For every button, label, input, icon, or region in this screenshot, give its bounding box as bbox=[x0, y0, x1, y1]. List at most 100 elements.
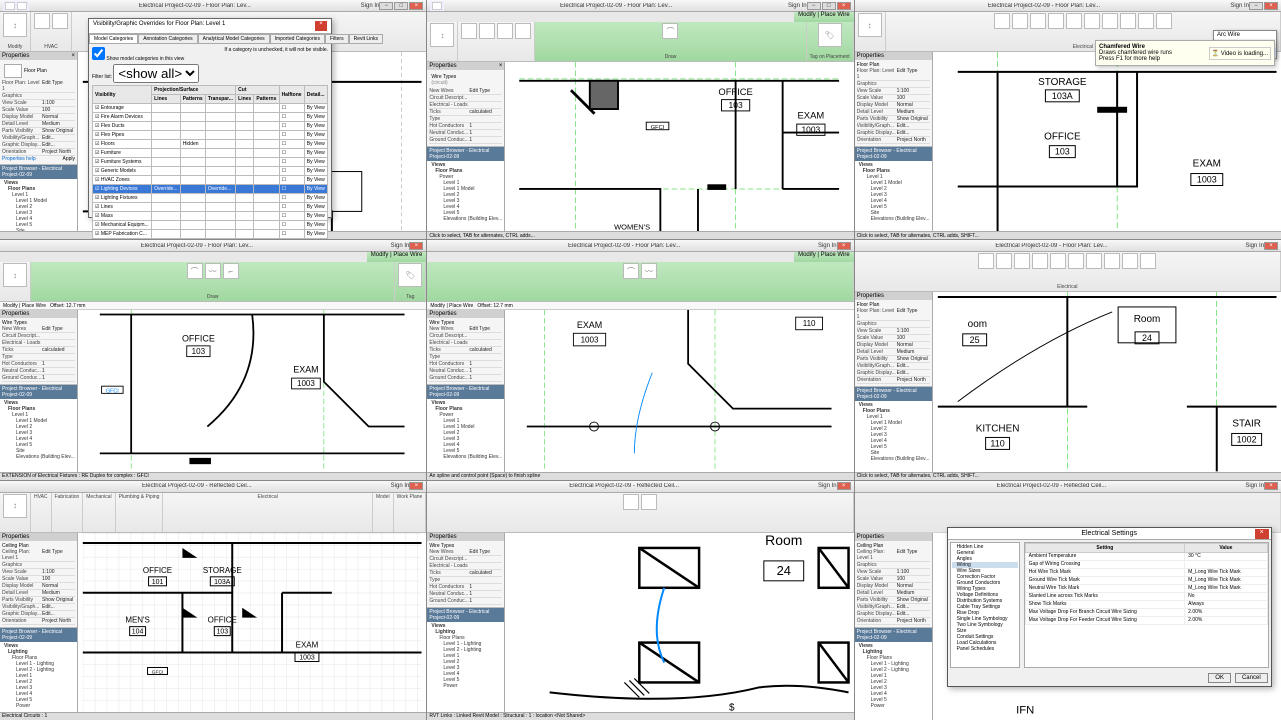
conduit-fitting-icon[interactable] bbox=[1068, 253, 1084, 269]
svg-text:GFCI: GFCI bbox=[152, 669, 164, 675]
lighting-fixture-icon[interactable] bbox=[1138, 13, 1154, 29]
device-icon[interactable] bbox=[1104, 253, 1120, 269]
browser-header: Project Browser - Electrical Project-02-… bbox=[0, 165, 77, 179]
electrical-equipment-icon[interactable] bbox=[1086, 253, 1102, 269]
svg-text:OFFICE: OFFICE bbox=[182, 334, 215, 344]
filter-select[interactable]: <show all> bbox=[113, 64, 199, 83]
svg-text:1002: 1002 bbox=[1236, 435, 1256, 445]
modify-icon[interactable]: ↕ bbox=[3, 13, 27, 37]
svg-text:IFN: IFN bbox=[1016, 704, 1034, 716]
modify-icon[interactable]: ↕ bbox=[430, 23, 454, 47]
show-categories-cb bbox=[92, 47, 105, 60]
vg-close[interactable]: × bbox=[315, 21, 327, 31]
conduit-icon[interactable] bbox=[1014, 253, 1030, 269]
cable-tray-fitting-icon[interactable] bbox=[1066, 13, 1082, 29]
device-icon[interactable] bbox=[1120, 13, 1136, 29]
arc-icon[interactable]: ⌒ bbox=[187, 263, 203, 279]
svg-text:oom: oom bbox=[967, 319, 986, 330]
svg-text:EXAM: EXAM bbox=[293, 365, 318, 375]
svg-text:KITCHEN: KITCHEN bbox=[975, 424, 1019, 435]
svg-text:OFFICE: OFFICE bbox=[208, 615, 237, 624]
svg-text:STORAGE: STORAGE bbox=[203, 566, 242, 575]
svg-text:24: 24 bbox=[777, 562, 791, 577]
lighting-fixture-icon[interactable] bbox=[1122, 253, 1138, 269]
cable-tray-icon[interactable] bbox=[1012, 13, 1028, 29]
parallel-conduits-icon[interactable] bbox=[1032, 253, 1048, 269]
arc-wire-item[interactable]: Arc Wire bbox=[1214, 31, 1276, 40]
wire-icon[interactable] bbox=[978, 253, 994, 269]
svg-text:OFFICE: OFFICE bbox=[1044, 132, 1081, 143]
svg-text:OFFICE: OFFICE bbox=[719, 86, 753, 97]
pane-1: Electrical Project-02-09 - Floor Plan: L… bbox=[427, 0, 853, 239]
svg-text:EXAM: EXAM bbox=[577, 320, 602, 330]
parallel-conduits-icon[interactable] bbox=[1048, 13, 1064, 29]
conduit-fitting-icon[interactable] bbox=[1084, 13, 1100, 29]
component-icon[interactable] bbox=[1156, 13, 1172, 29]
pane-7: Electrical Project-02-09 - Reflected Cei… bbox=[427, 481, 853, 720]
view-type-icon bbox=[4, 64, 22, 78]
svg-text:1003: 1003 bbox=[1196, 175, 1216, 185]
svg-text:110: 110 bbox=[803, 319, 816, 328]
es-tree[interactable]: Hidden LineGeneralAnglesWiringWire Sizes… bbox=[950, 542, 1020, 668]
svg-text:1003: 1003 bbox=[581, 336, 599, 345]
electrical-equipment-icon[interactable] bbox=[1102, 13, 1118, 29]
svg-text:1003: 1003 bbox=[802, 125, 821, 135]
vg-dialog: Visibility/Graphic Overrides for Floor P… bbox=[88, 18, 332, 218]
svg-text:GFCI: GFCI bbox=[651, 125, 665, 131]
pane-0: Electrical Project-02-09 - Floor Plan: L… bbox=[0, 0, 426, 239]
svg-text:EXAM: EXAM bbox=[296, 640, 319, 649]
pane-8: Electrical Project-02-09 - Reflected Cei… bbox=[855, 481, 1281, 720]
es-table[interactable]: SettingValueAmbient Temperature30 °CGap … bbox=[1024, 542, 1269, 668]
svg-text:Room: Room bbox=[766, 533, 803, 548]
svg-text:103: 103 bbox=[729, 100, 743, 110]
props-header: Properties× bbox=[0, 52, 77, 60]
svg-text:24: 24 bbox=[1142, 333, 1152, 343]
duct-icon[interactable] bbox=[34, 13, 50, 29]
cable-tray-icon[interactable] bbox=[996, 253, 1012, 269]
svg-text:103A: 103A bbox=[214, 578, 231, 585]
svg-text:STAIR: STAIR bbox=[1232, 419, 1261, 430]
electrical-settings-dialog: Electrical Settings× Hidden LineGeneralA… bbox=[947, 527, 1272, 687]
qat-undo[interactable] bbox=[17, 2, 27, 10]
svg-text:101: 101 bbox=[152, 578, 164, 585]
es-ok[interactable]: OK bbox=[1208, 673, 1231, 683]
pane-2: Electrical Project-02-09 - Floor Plan: L… bbox=[855, 0, 1281, 239]
tag-icon[interactable]: 🏷 bbox=[398, 263, 422, 287]
svg-text:1003: 1003 bbox=[297, 380, 315, 389]
pane-3: Electrical Project-02-09 - Floor Plan: L… bbox=[0, 240, 426, 479]
svg-text:1003: 1003 bbox=[299, 654, 315, 661]
svg-text:Room: Room bbox=[1133, 314, 1160, 325]
tooltip: Chamfered WireDraws chamfered wire runsP… bbox=[1095, 40, 1275, 66]
svg-text:STORAGE: STORAGE bbox=[1038, 77, 1087, 88]
vg-grid[interactable]: VisibilityProjection/SurfaceCutHalftoneD… bbox=[92, 85, 328, 239]
qat-save[interactable] bbox=[5, 2, 15, 10]
svg-text:104: 104 bbox=[132, 628, 144, 635]
spline-icon[interactable]: 〰 bbox=[205, 263, 221, 279]
close-btn[interactable]: × bbox=[409, 2, 423, 10]
chamfer-icon[interactable]: ⌐ bbox=[223, 263, 239, 279]
pane-5: Electrical Project-02-09 - Floor Plan: L… bbox=[855, 240, 1281, 479]
filename: Electrical Project-02-09 - Floor Plan: L… bbox=[29, 3, 361, 9]
cable-tray-fitting-icon[interactable] bbox=[1050, 253, 1066, 269]
svg-text:25: 25 bbox=[969, 335, 979, 345]
svg-text:103: 103 bbox=[1055, 147, 1070, 157]
pane-6: Electrical Project-02-09 - Reflected Cei… bbox=[0, 481, 426, 720]
min-btn[interactable]: − bbox=[379, 2, 393, 10]
wire-icon[interactable] bbox=[994, 13, 1010, 29]
tag-icon[interactable]: 🏷 bbox=[818, 23, 842, 47]
svg-text:OFFICE: OFFICE bbox=[143, 566, 172, 575]
sign-in[interactable]: Sign In bbox=[361, 3, 380, 9]
svg-text:EXAM: EXAM bbox=[1192, 159, 1220, 170]
max-btn[interactable]: □ bbox=[394, 2, 408, 10]
context-tab[interactable]: Modify | Place Wire bbox=[794, 12, 854, 22]
svg-text:103: 103 bbox=[192, 347, 206, 356]
arc-wire-icon[interactable]: ⌒ bbox=[662, 23, 678, 39]
svg-text:$: $ bbox=[729, 702, 735, 712]
svg-text:WOMEN'S: WOMEN'S bbox=[614, 222, 650, 231]
vg-title: Visibility/Graphic Overrides for Floor P… bbox=[93, 21, 225, 31]
conduit-icon[interactable] bbox=[1030, 13, 1046, 29]
es-close[interactable]: × bbox=[1255, 529, 1269, 539]
component-icon[interactable] bbox=[1140, 253, 1156, 269]
es-cancel[interactable]: Cancel bbox=[1235, 673, 1268, 683]
canvas[interactable]: OFFICE 103 EXAM 1003 WOMEN'S GFCI bbox=[505, 62, 853, 231]
